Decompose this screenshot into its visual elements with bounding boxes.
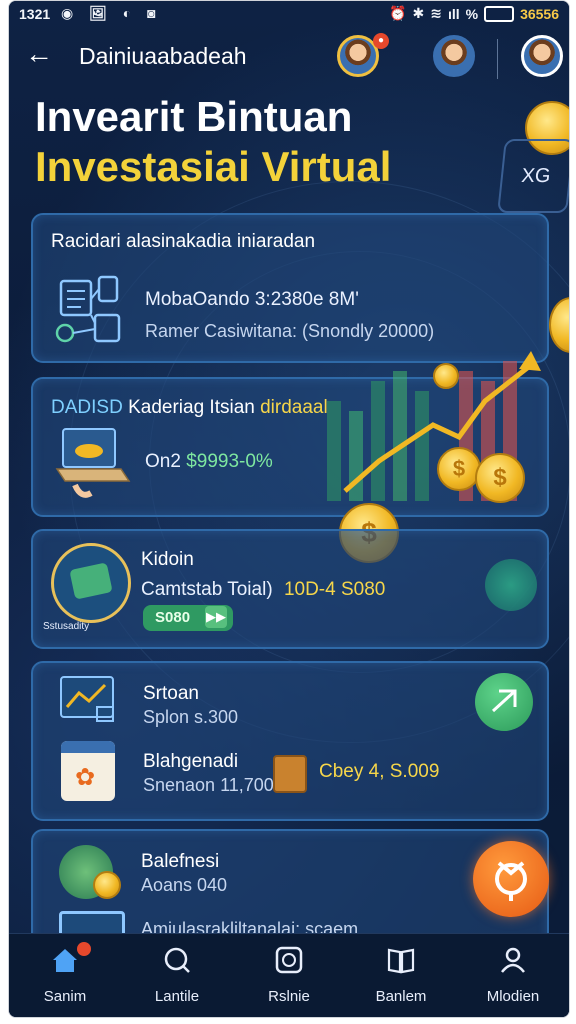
coin-icon: $ [437,447,481,491]
nav-item-book[interactable]: Banlem [345,934,457,1017]
nav-item-search[interactable]: Lantile [121,934,233,1017]
package-icon [273,755,307,793]
tag-badge: XG [497,139,569,213]
card2-value-prefix: On2 [145,451,181,472]
card3-action-button[interactable]: S080 ▶▶ [143,605,233,631]
nav-item-home[interactable]: Sanim [9,934,121,1017]
notification-badge-icon [77,942,91,956]
nav-label: Lantile [154,988,200,1005]
user-icon [501,947,525,973]
notification-badge-icon: ● [373,33,389,49]
hero-title: Invearit Bintuan [35,93,353,140]
card2-title-prefix: DADISD [51,397,123,418]
wifi-icon: ≋ [430,5,442,21]
status-bar: 1321 ◉ 🖼 ◐ ◙ ⏰ ✱ ≋ ıll % 36556 [9,1,569,27]
card3-button-label: S080 [155,609,191,626]
wallet-icon [69,562,113,600]
book-icon [387,948,415,974]
coin-icon [433,363,459,389]
card3-line: Camtstab Toial) 10D-4 S080 [141,579,385,601]
info-card-3[interactable]: Sstusadity Kidoin Camtstab Toial) 10D-4 … [31,529,549,649]
card4-item2-sub: Snenaon 11,700 [143,775,274,795]
alarm-icon: ⏰ [389,5,407,21]
card2-title-mid: Kaderiag Itsian [128,397,255,418]
card4-item1-sub: Splon s.300 [143,707,239,727]
decor-orb [485,559,537,611]
card1-line1: MobaOando 3:2380e 8M' [145,289,359,310]
card5-sub: Aoans 040 [141,875,228,895]
card5-title: Balefnesi [141,851,220,872]
calendar-icon: ✿ [61,741,115,801]
app-header: ← Dainiuaabadeah ● [9,29,569,85]
card2-value: $9993-0% [186,451,273,472]
card3-line-label: Camtstab Toial) [141,579,273,600]
wallet-badge-icon [51,543,131,623]
card4-item2-value: Cbey 4, S.009 [319,761,440,782]
search-icon [164,947,190,973]
nav-label: Mlodien [486,988,540,1005]
bluetooth-icon: ✱ [412,5,425,21]
laptop-icon [55,428,131,498]
status-right: ⏰ ✱ ≋ ıll % 36556 [389,5,559,22]
header-title: Dainiuaabadeah [79,43,247,69]
card2-title-row: DADISD Kaderiag Itsian dirdaaal [51,397,328,419]
nav-item-center[interactable]: Rslnie [233,934,345,1017]
battery-icon [484,5,515,22]
nav-label: Banlem [375,988,427,1005]
send-arrow-icon [491,689,517,713]
signal-icon: ıll [447,5,460,22]
card1-line2: Ramer Casiwitana: (Snondly 20000) [145,321,435,341]
trophy-icon [495,861,527,901]
card3-title: Kidoin [141,549,194,570]
double-arrow-icon: ▶▶ [205,606,227,628]
hero-subtitle: Investasiai Virtual [35,143,392,190]
info-card-4[interactable]: Srtoan Splon s.300 ✿ Blahgenadi Snenaon … [31,661,549,821]
profile-avatar[interactable] [521,35,563,77]
network-icon [55,275,121,343]
app-frame: 1321 ◉ 🖼 ◐ ◙ ⏰ ✱ ≋ ıll % 36556 ← Dainiua… [8,0,570,1018]
card2-value-row: On2 $9993-0% [145,451,273,473]
coin-icon [93,871,121,899]
chart-board-icon [60,676,114,722]
card3-badge-label: Sstusadity [43,621,90,632]
card4-item2-title: Blahgenadi [143,751,239,772]
status-time: 1321 [19,6,51,22]
card1-title: Racidari alasinakadia iniaradan [51,231,316,252]
arrow-action-button[interactable] [475,673,533,731]
nav-label: Rslnie [268,988,310,1005]
coin-icon: $ [475,453,525,503]
bottom-navigation: Sanim Lantile Rslnie Banlem Mlodien [9,933,569,1017]
status-notification-icons: ◉ 🖼 ◐ ◙ [61,5,162,21]
floating-action-button[interactable] [473,841,549,917]
avatar[interactable] [433,35,475,77]
nav-label: Sanim [43,988,87,1005]
card3-line-value: 10D-4 S080 [283,579,386,600]
card4-item1-title: Srtoan [143,683,199,704]
battery-percent: % [465,5,479,22]
battery-value: 36556 [520,5,559,22]
header-divider [497,39,498,79]
smile-box-icon [275,946,303,974]
nav-item-profile[interactable]: Mlodien [457,934,569,1017]
back-arrow-icon[interactable]: ← [25,39,53,69]
